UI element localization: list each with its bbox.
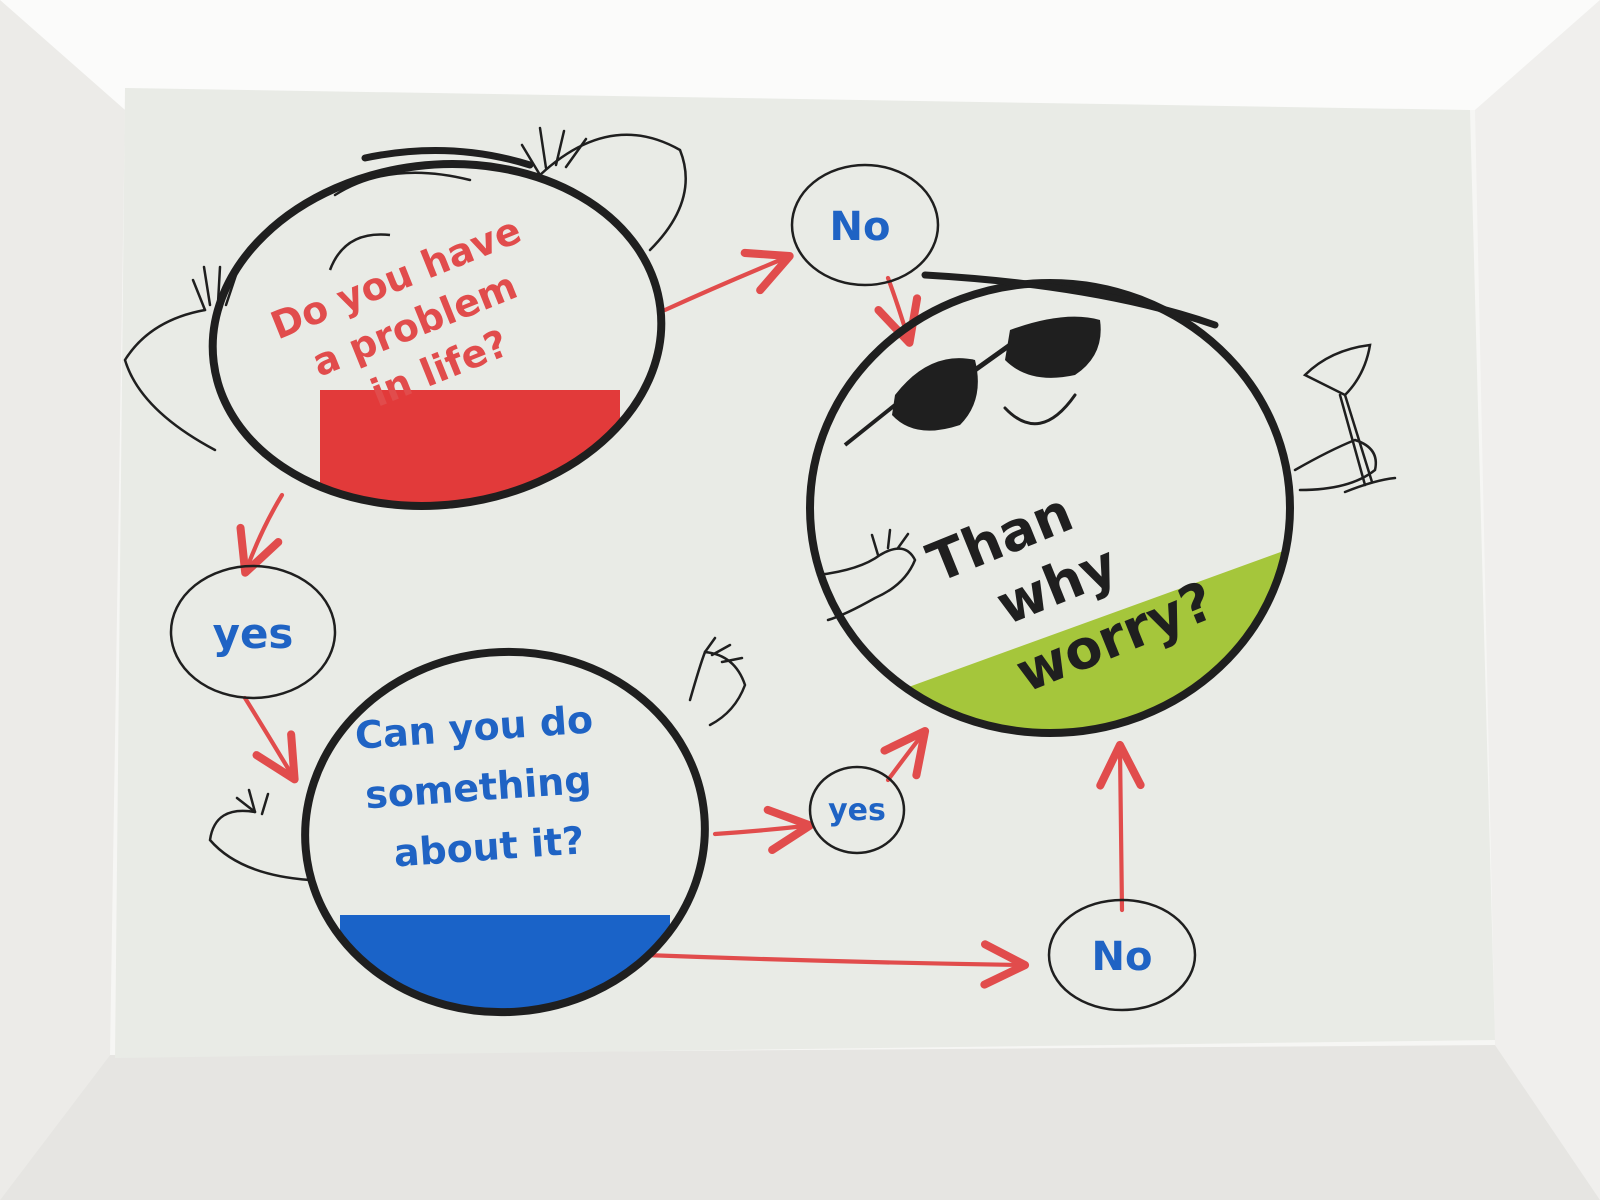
answer-label: yes: [828, 793, 886, 828]
framed-flowchart-drawing: No yes yes No Do you have a problem in l: [0, 0, 1600, 1200]
frame-bottom-bevel: [0, 1045, 1600, 1200]
node-question: Can you do something about it?: [354, 696, 616, 877]
arrow-no-to-worry-bottom: [1096, 740, 1145, 913]
answer-label: No: [830, 204, 891, 250]
answer-label: No: [1092, 934, 1153, 980]
frame-left-bevel: [0, 0, 125, 1200]
answer-label: yes: [213, 609, 294, 658]
